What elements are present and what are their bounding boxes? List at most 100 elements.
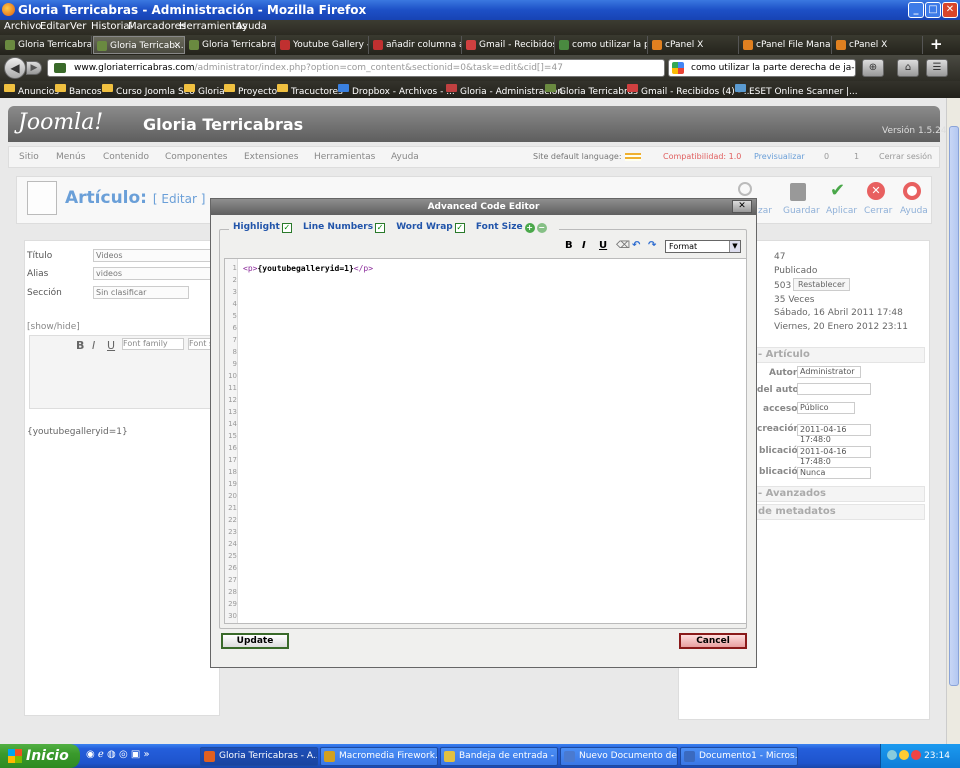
menu-contenido[interactable]: Contenido xyxy=(103,152,149,162)
font-family-select[interactable]: Font family xyxy=(122,338,184,350)
line-numbers-option[interactable]: Line Numbers ✓ xyxy=(303,222,386,233)
italic-button[interactable]: I xyxy=(92,339,95,352)
menu-menus[interactable]: Menús xyxy=(56,152,85,162)
publish-up-input[interactable]: 2011-04-16 17:48:0 xyxy=(797,446,871,466)
close-window-button[interactable]: ✕ xyxy=(942,2,958,18)
bookmark-link[interactable]: Gloria Terricabras xyxy=(545,84,638,97)
menu-historial[interactable]: Historial xyxy=(91,21,132,32)
messages-count[interactable]: 0 xyxy=(824,152,829,161)
show-hide-link[interactable]: [show/hide] xyxy=(27,322,80,332)
start-button[interactable]: Inicio xyxy=(0,744,80,768)
bookmark-folder[interactable]: Anuncios xyxy=(4,84,59,97)
chrome-icon[interactable]: ◉ xyxy=(86,749,95,760)
tab[interactable]: añadir columna a... xyxy=(370,36,462,54)
alias-input[interactable]: videos xyxy=(93,267,221,280)
bookmark-link[interactable]: ESET Online Scanner |... xyxy=(735,84,858,97)
bookmark-folder[interactable]: Tracuctores xyxy=(277,84,343,97)
italic-button[interactable]: I xyxy=(582,240,586,251)
taskbar-item[interactable]: Macromedia Firework... xyxy=(320,747,438,766)
ie-icon[interactable]: ℯ xyxy=(98,749,104,760)
toolbar-partial-label[interactable]: zar xyxy=(758,206,772,216)
app-icon[interactable]: ▣ xyxy=(131,749,140,760)
dialog-close-button[interactable]: ✕ xyxy=(732,200,752,213)
update-button[interactable]: Update xyxy=(221,633,289,649)
highlight-checkbox[interactable]: ✓ xyxy=(281,223,292,233)
tab[interactable]: como utilizar la pa... xyxy=(556,36,648,54)
tray-icon[interactable] xyxy=(887,750,897,760)
section-select[interactable]: Sin clasificar xyxy=(93,286,189,299)
menu-extensiones[interactable]: Extensiones xyxy=(244,152,298,162)
menu-marcadores[interactable]: Marcadores xyxy=(128,21,186,32)
more-chevron-icon[interactable]: » xyxy=(144,749,150,760)
undo-icon[interactable]: ↶ xyxy=(632,240,640,251)
line-numbers-checkbox[interactable]: ✓ xyxy=(375,223,386,233)
tab[interactable]: cPanel File Manag... xyxy=(740,36,832,54)
firefox-icon[interactable]: ◍ xyxy=(107,749,116,760)
help-button[interactable]: Ayuda xyxy=(900,206,928,216)
forward-button[interactable]: ▶ xyxy=(26,61,42,75)
bookmark-link[interactable]: Gloria - Administración xyxy=(446,84,563,97)
tab[interactable]: cPanel X xyxy=(649,36,739,54)
underline-button[interactable]: U xyxy=(107,339,115,352)
messenger-icon[interactable]: ◎ xyxy=(119,749,128,760)
taskbar-item[interactable]: Bandeja de entrada - ... xyxy=(440,747,558,766)
menu-archivo[interactable]: Archivo xyxy=(4,21,41,32)
addon-icon[interactable]: ⊕ xyxy=(862,59,884,77)
menu-ver[interactable]: Ver xyxy=(70,21,86,32)
title-input[interactable]: Videos xyxy=(93,249,221,262)
taskbar-item[interactable]: Gloria Terricabras - A... xyxy=(200,747,318,766)
cancel-button[interactable]: Cancel xyxy=(679,633,747,649)
window-titlebar[interactable]: Gloria Terricabras - Administración - Mo… xyxy=(0,0,960,20)
tab[interactable]: Gmail - Recibidos - ... xyxy=(463,36,555,54)
eraser-icon[interactable]: ⌫ xyxy=(616,240,630,251)
logout-link[interactable]: Cerrar sesión xyxy=(879,152,932,161)
format-select[interactable]: Format ▼ xyxy=(665,240,741,253)
tab[interactable]: Gloria Terricabras xyxy=(2,36,92,54)
save-icon[interactable] xyxy=(790,183,806,201)
magnifier-icon[interactable] xyxy=(738,182,752,196)
underline-button[interactable]: U xyxy=(599,240,607,251)
menu-ayuda[interactable]: Ayuda xyxy=(236,21,267,32)
reset-hits-button[interactable]: Restablecer xyxy=(793,278,851,291)
toolbar-menu-icon[interactable]: ☰ xyxy=(926,59,948,77)
back-button[interactable]: ◀ xyxy=(4,57,26,79)
users-count[interactable]: 1 xyxy=(854,152,859,161)
site-identity-icon[interactable] xyxy=(54,63,66,73)
author-alias-input[interactable] xyxy=(797,383,871,395)
maximize-button[interactable]: □ xyxy=(925,2,941,18)
tab[interactable]: cPanel X xyxy=(833,36,923,54)
bookmark-link[interactable]: Gmail - Recibidos (4) - ... xyxy=(627,84,752,97)
menu-sitio[interactable]: Sitio xyxy=(19,152,39,162)
publish-down-input[interactable]: Nunca xyxy=(797,467,871,479)
save-button[interactable]: Guardar xyxy=(783,206,820,216)
word-wrap-option[interactable]: Word Wrap ✓ xyxy=(396,222,465,233)
code-line-1[interactable]: <p>{youtubegalleryid=1}</p> xyxy=(243,264,373,273)
bold-button[interactable]: B xyxy=(565,240,573,251)
new-tab-button[interactable]: + xyxy=(930,35,943,53)
bookmark-folder[interactable]: Gloria xyxy=(184,84,225,97)
apply-check-icon[interactable]: ✔ xyxy=(830,182,848,200)
minimize-button[interactable]: _ xyxy=(908,2,924,18)
menu-componentes[interactable]: Componentes xyxy=(165,152,227,162)
tray-icon[interactable] xyxy=(899,750,909,760)
close-x-icon[interactable]: ✕ xyxy=(867,182,885,200)
font-size-decrease-icon[interactable]: − xyxy=(536,223,547,233)
google-search-icon[interactable] xyxy=(672,62,684,74)
bold-button[interactable]: B xyxy=(76,339,84,352)
home-icon[interactable]: ⌂ xyxy=(897,59,919,77)
apply-button[interactable]: Aplicar xyxy=(826,206,857,216)
help-lifebuoy-icon[interactable] xyxy=(903,182,921,200)
menu-editar[interactable]: Editar xyxy=(40,21,70,32)
scrollbar-thumb[interactable] xyxy=(949,126,959,686)
taskbar-item[interactable]: Documento1 - Micros... xyxy=(680,747,798,766)
highlight-option[interactable]: Highlight ✓ xyxy=(233,222,292,233)
bookmark-folder[interactable]: Proyecto xyxy=(224,84,277,97)
preview-link[interactable]: Previsualizar xyxy=(754,152,805,161)
search-input[interactable]: como utilizar la parte derecha de ja-kon… xyxy=(668,59,856,77)
editor-body-text[interactable]: {youtubegalleryid=1} xyxy=(27,427,128,437)
redo-icon[interactable]: ↷ xyxy=(648,240,656,251)
code-editor[interactable]: 1 2 3 4 5 6 7 8 9 10 11 12 13 14 15 16 17 18 19 20 21 22 23 24 2… xyxy=(224,258,747,624)
word-wrap-checkbox[interactable]: ✓ xyxy=(454,223,465,233)
tab-close-icon[interactable]: ✕ xyxy=(173,37,181,53)
vertical-scrollbar[interactable] xyxy=(946,98,960,744)
